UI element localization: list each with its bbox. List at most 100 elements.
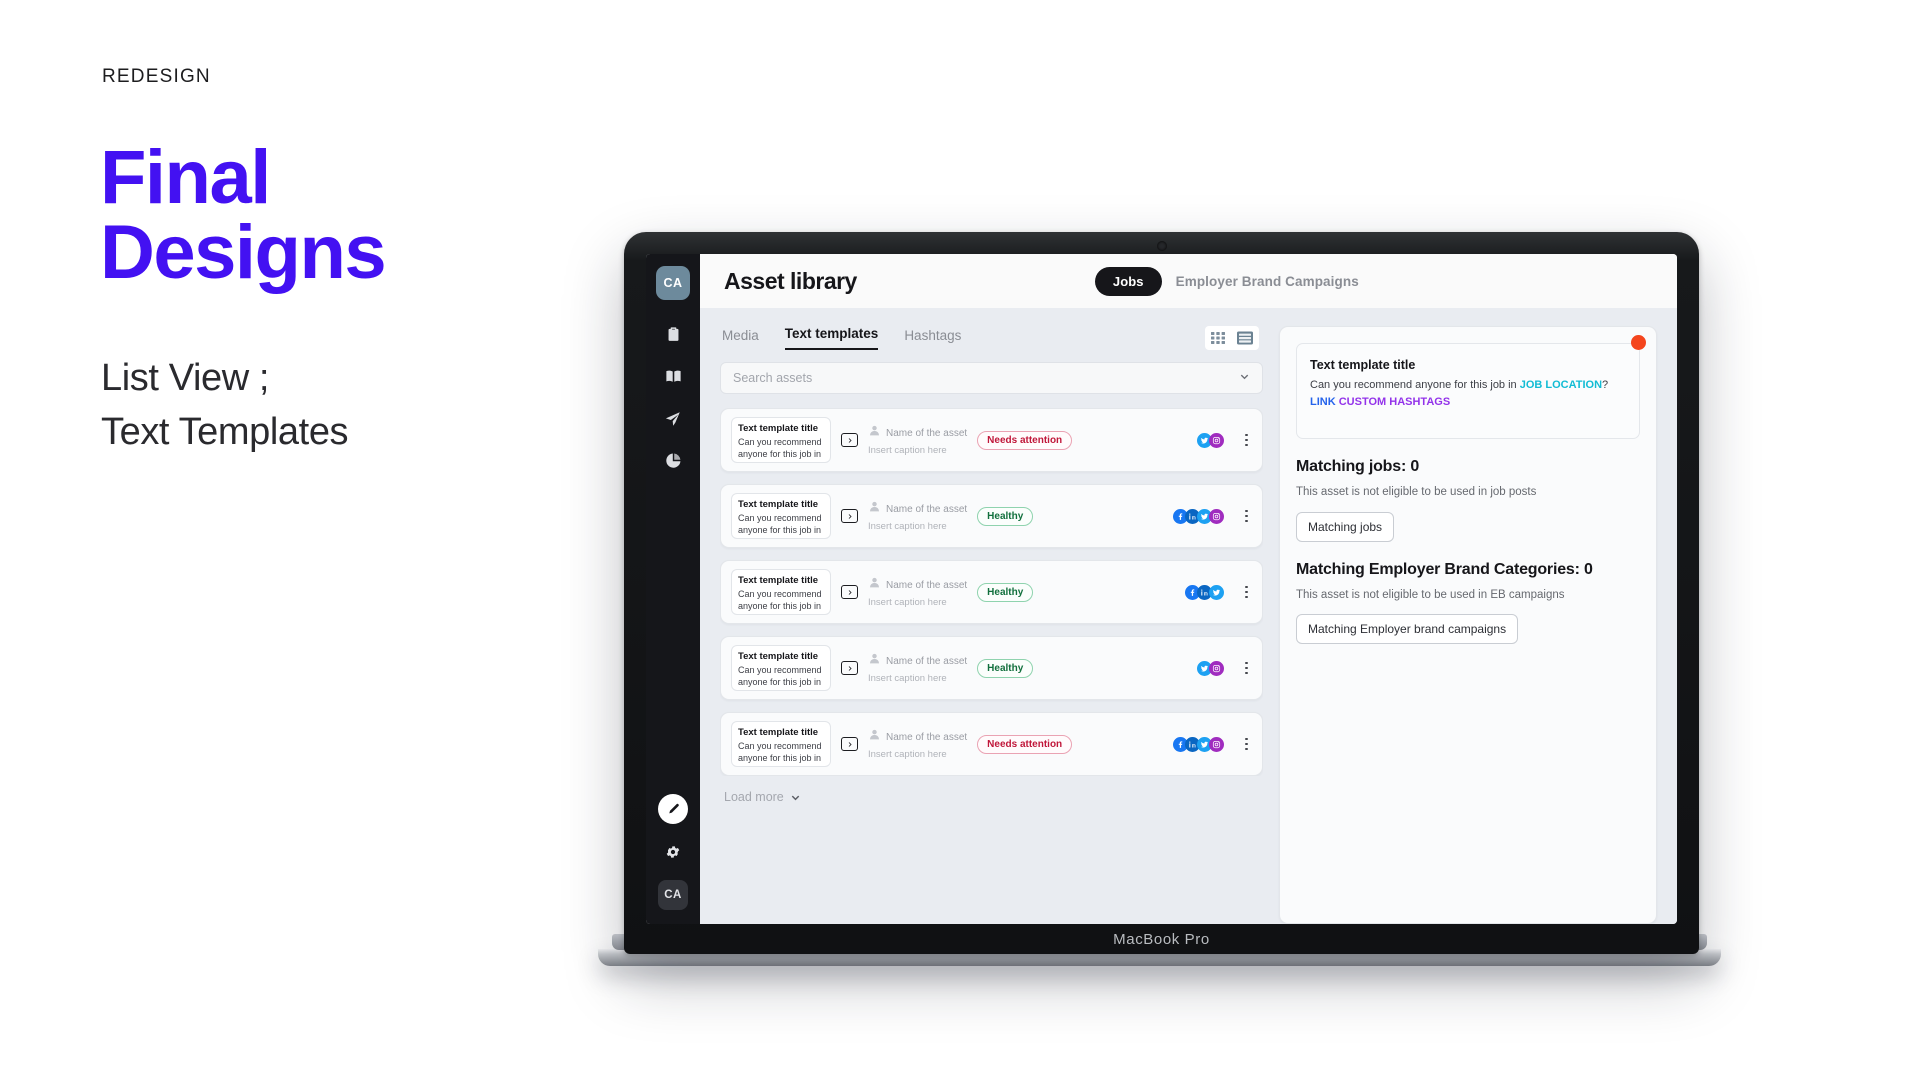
matching-jobs-heading: Matching jobs: 0 xyxy=(1296,458,1420,475)
app-screen: CA CA Asset library Jobs Employer Brand … xyxy=(646,254,1677,924)
asset-meta: Name of the asset Insert caption here xyxy=(868,652,967,684)
segment-jobs[interactable]: Jobs xyxy=(1094,266,1162,296)
matching-eb-button[interactable]: Matching Employer brand campaigns xyxy=(1296,614,1519,645)
person-icon xyxy=(868,728,881,746)
app-main: Asset library Jobs Employer Brand Campai… xyxy=(700,254,1677,924)
paper-plane-icon[interactable] xyxy=(664,410,682,428)
social-icons xyxy=(1185,584,1225,600)
person-icon xyxy=(868,576,881,594)
token-custom-hashtags: CUSTOM HASHTAGS xyxy=(1338,395,1451,408)
thumbnail-body: Can you recommend anyone for this job in xyxy=(738,588,822,611)
matching-jobs-button[interactable]: Matching jobs xyxy=(1296,511,1395,542)
status-badge: Healthy xyxy=(977,582,1034,602)
asset-thumbnail[interactable]: Text template title Can you recommend any… xyxy=(731,569,831,615)
ig-icon[interactable] xyxy=(1209,736,1225,752)
row-menu-icon[interactable] xyxy=(1243,584,1250,601)
preview-text-mid: ? xyxy=(1602,379,1609,391)
asset-thumbnail[interactable]: Text template title Can you recommend any… xyxy=(731,721,831,767)
thumbnail-title: Text template title xyxy=(738,423,819,434)
table-row[interactable]: Text template title Can you recommend any… xyxy=(720,712,1263,776)
thumbnail-body: Can you recommend anyone for this job in xyxy=(738,512,822,535)
asset-meta: Name of the asset Insert caption here xyxy=(868,424,967,456)
ig-icon[interactable] xyxy=(1209,432,1225,448)
row-menu-icon[interactable] xyxy=(1243,508,1250,525)
row-menu-icon[interactable] xyxy=(1243,432,1250,449)
social-icons xyxy=(1173,736,1225,752)
matching-jobs-description: This asset is not eligible to be used in… xyxy=(1296,486,1537,498)
tab-text-templates[interactable]: Text templates xyxy=(784,326,879,350)
asset-meta: Name of the asset Insert caption here xyxy=(868,576,967,608)
play-icon[interactable] xyxy=(841,737,858,751)
person-icon xyxy=(868,500,881,518)
asset-name: Name of the asset xyxy=(886,655,968,667)
row-menu-icon[interactable] xyxy=(1243,736,1250,753)
load-more-label: Load more xyxy=(724,790,784,804)
token-job-location: JOB LOCATION xyxy=(1519,379,1603,391)
play-icon[interactable] xyxy=(841,661,858,675)
segment-employer-brand-campaigns[interactable]: Employer Brand Campaigns xyxy=(1176,274,1359,289)
tab-hashtags[interactable]: Hashtags xyxy=(904,328,961,350)
asset-name: Name of the asset xyxy=(886,579,968,591)
clipboard-icon[interactable] xyxy=(665,326,682,343)
laptop-mockup: MacBook Pro CA CA Asset library Jobs Emp… xyxy=(598,232,1721,972)
tw-icon[interactable] xyxy=(1209,584,1225,600)
status-badge: Needs attention xyxy=(977,734,1073,754)
subtitle-line-2: Text Templates xyxy=(101,410,349,453)
app-topbar: Asset library Jobs Employer Brand Campai… xyxy=(700,254,1677,308)
asset-thumbnail[interactable]: Text template title Can you recommend any… xyxy=(731,493,831,539)
table-row[interactable]: Text template title Can you recommend any… xyxy=(720,636,1263,700)
row-menu-icon[interactable] xyxy=(1243,660,1250,677)
thumbnail-body: Can you recommend anyone for this job in xyxy=(738,436,822,459)
app-title: Asset library xyxy=(724,267,857,294)
table-row[interactable]: Text template title Can you recommend any… xyxy=(720,408,1263,472)
grid-view-icon[interactable] xyxy=(1205,326,1231,350)
play-icon[interactable] xyxy=(841,585,858,599)
play-icon[interactable] xyxy=(841,433,858,447)
matching-eb-description: This asset is not eligible to be used in… xyxy=(1296,588,1565,601)
asset-name: Name of the asset xyxy=(886,731,968,743)
table-row[interactable]: Text template title Can you recommend any… xyxy=(720,484,1263,548)
asset-meta-top: Name of the asset xyxy=(868,576,967,594)
asset-thumbnail[interactable]: Text template title Can you recommend any… xyxy=(731,645,831,691)
tab-media[interactable]: Media xyxy=(722,328,759,350)
avatar-footer[interactable]: CA xyxy=(658,880,688,910)
context-switcher: Jobs Employer Brand Campaigns xyxy=(1094,266,1359,296)
asset-meta-top: Name of the asset xyxy=(868,652,967,670)
title-line-2: Designs xyxy=(100,210,387,296)
person-icon xyxy=(868,652,881,670)
book-icon[interactable] xyxy=(664,367,683,386)
asset-caption: Insert caption here xyxy=(868,749,947,760)
subtitle-line-1: List View ; xyxy=(101,357,270,399)
pen-fab-icon[interactable] xyxy=(658,794,688,824)
title-line-1: Final xyxy=(100,135,271,220)
ig-icon[interactable] xyxy=(1209,508,1225,524)
ig-icon[interactable] xyxy=(1209,660,1225,676)
thumbnail-body: Can you recommend anyone for this job in xyxy=(738,664,822,687)
asset-caption: Insert caption here xyxy=(868,521,947,532)
asset-detail-panel: Text template title Can you recommend an… xyxy=(1279,326,1657,924)
list-view-icon[interactable] xyxy=(1231,326,1259,350)
slide-canvas: REDESIGN Final Designs List View ; Text … xyxy=(0,0,1920,1080)
chevron-down-icon[interactable] xyxy=(1239,369,1250,387)
avatar[interactable]: CA xyxy=(656,266,690,300)
thumbnail-title: Text template title xyxy=(738,499,819,510)
asset-thumbnail[interactable]: Text template title Can you recommend any… xyxy=(731,417,831,463)
asset-meta-top: Name of the asset xyxy=(868,424,967,442)
asset-meta-top: Name of the asset xyxy=(868,500,967,518)
search-input[interactable]: Search assets xyxy=(720,362,1263,394)
asset-meta-top: Name of the asset xyxy=(868,728,967,746)
search-placeholder: Search assets xyxy=(733,371,813,385)
load-more-button[interactable]: Load more xyxy=(720,790,1263,804)
asset-list-column: Media Text templates Hashtags Search ass… xyxy=(720,326,1263,924)
status-badge: Needs attention xyxy=(977,430,1073,450)
table-row[interactable]: Text template title Can you recommend any… xyxy=(720,560,1263,624)
asset-caption: Insert caption here xyxy=(868,673,947,684)
gear-icon[interactable] xyxy=(665,844,681,860)
asset-rows: Text template title Can you recommend any… xyxy=(720,408,1263,776)
play-icon[interactable] xyxy=(841,509,858,523)
asset-meta: Name of the asset Insert caption here xyxy=(868,728,967,760)
social-icons xyxy=(1197,660,1225,676)
pie-chart-icon[interactable] xyxy=(665,452,682,469)
thumbnail-title: Text template title xyxy=(738,651,819,662)
template-preview-card[interactable]: Text template title Can you recommend an… xyxy=(1296,335,1646,439)
